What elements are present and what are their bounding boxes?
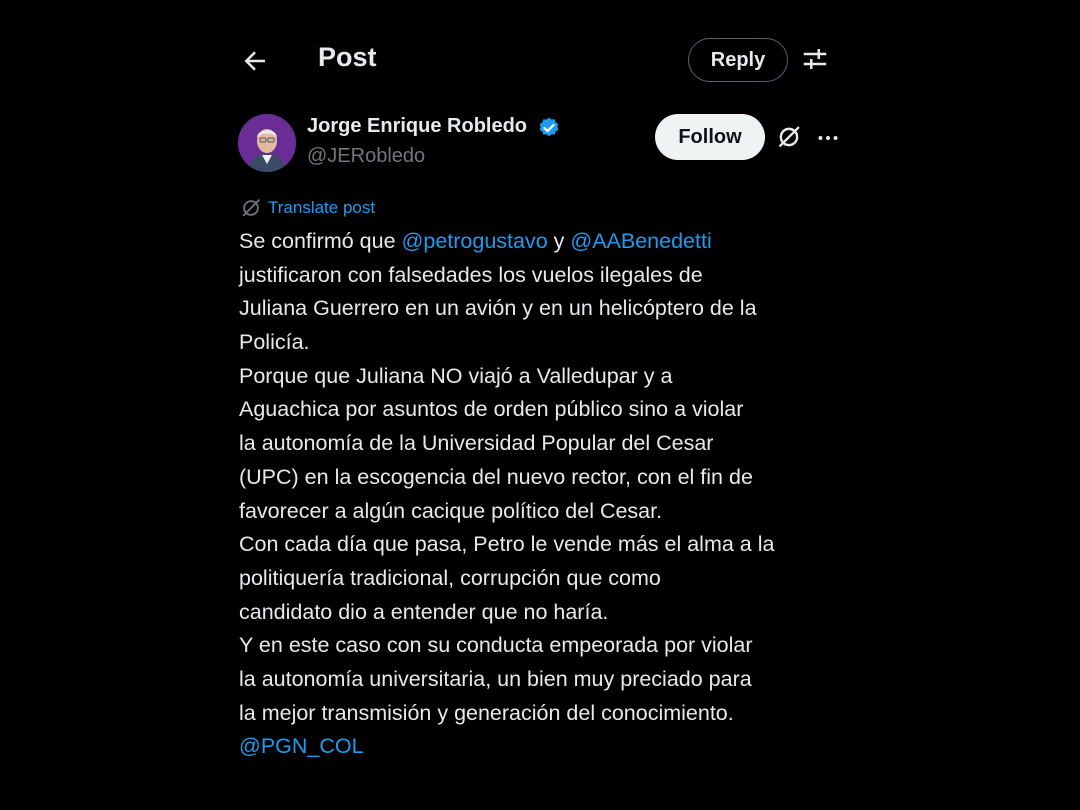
translate-post-link[interactable]: Translate post: [240, 196, 375, 220]
post-line: la autonomía universitaria, un bien muy …: [239, 666, 752, 691]
grok-icon[interactable]: [776, 124, 802, 150]
settings-sliders-icon[interactable]: [800, 44, 830, 74]
top-bar: Post Reply: [0, 0, 1080, 120]
back-arrow-icon[interactable]: [240, 46, 270, 76]
post-line: favorecer a algún cacique político del C…: [239, 498, 663, 523]
avatar-portrait: [238, 114, 296, 172]
post-line: Policía.: [239, 330, 310, 355]
reply-button[interactable]: Reply: [688, 38, 788, 82]
post-line: Porque que Juliana NO viajó a Valledupar…: [239, 363, 673, 388]
author-name[interactable]: Jorge Enrique Robledo: [307, 115, 527, 138]
avatar[interactable]: [238, 114, 296, 172]
post-line: justificaron con falsedades los vuelos i…: [239, 262, 703, 287]
post-line: candidato dio a entender que no haría.: [239, 599, 609, 624]
page-title: Post: [318, 42, 377, 72]
post-line: Se confirmó que @petrogustavo y @AABened…: [239, 225, 849, 259]
post-text-segment: Se confirmó que: [239, 229, 402, 253]
post-line: la mejor transmisión y generación del co…: [239, 700, 734, 725]
translate-icon: [242, 199, 260, 217]
post-line: @PGN_COL: [239, 730, 849, 764]
verified-badge-icon: [539, 117, 559, 137]
more-icon[interactable]: [815, 125, 841, 151]
post-text-segment: y: [547, 229, 571, 253]
post-line: politiquería tradicional, corrupción que…: [239, 565, 661, 590]
post-line: la autonomía de la Universidad Popular d…: [239, 431, 714, 456]
author-handle[interactable]: @JERobledo: [307, 145, 425, 168]
post-line: Con cada día que pasa, Petro le vende má…: [239, 532, 775, 557]
mention-link[interactable]: @petrogustavo: [402, 229, 548, 253]
post-line: Aguachica por asuntos de orden público s…: [239, 397, 744, 422]
mention-link[interactable]: @PGN_COL: [239, 734, 364, 758]
mention-link[interactable]: @AABenedetti: [570, 229, 711, 253]
follow-button[interactable]: Follow: [655, 114, 765, 160]
post-text: Se confirmó que @petrogustavo y @AABened…: [239, 225, 849, 764]
post-line: Juliana Guerrero en un avión y en un hel…: [239, 296, 757, 321]
post-line: Y en este caso con su conducta empeorada…: [239, 633, 753, 658]
post-line: (UPC) en la escogencia del nuevo rector,…: [239, 464, 753, 489]
translate-post-label: Translate post: [268, 198, 376, 217]
